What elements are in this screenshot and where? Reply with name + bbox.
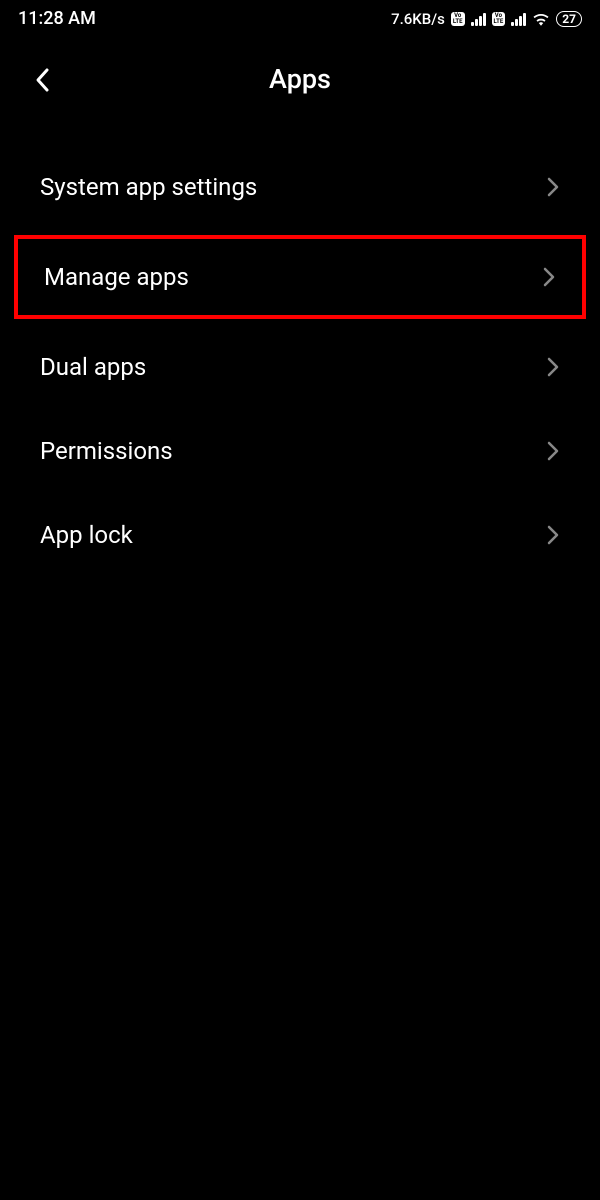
network-speed: 7.6KB/s	[391, 10, 445, 28]
status-indicators: 7.6KB/s VoLTE VoLTE 27	[391, 10, 582, 28]
menu-item-dual-apps[interactable]: Dual apps	[0, 325, 600, 409]
menu-item-manage-apps[interactable]: Manage apps	[14, 235, 586, 319]
menu-item-permissions[interactable]: Permissions	[0, 409, 600, 493]
menu-item-label: System app settings	[40, 173, 257, 201]
menu-item-app-lock[interactable]: App lock	[0, 493, 600, 577]
page-header: Apps	[0, 35, 600, 125]
menu-item-label: Manage apps	[44, 263, 189, 291]
signal-icon	[471, 12, 486, 26]
battery-icon: 27	[556, 11, 582, 27]
volte-icon: VoLTE	[492, 12, 506, 26]
menu-item-label: App lock	[40, 521, 133, 549]
chevron-left-icon	[34, 67, 50, 93]
status-bar: 11:28 AM 7.6KB/s VoLTE VoLTE 27	[0, 0, 600, 35]
chevron-right-icon	[546, 176, 560, 198]
signal-icon	[511, 12, 526, 26]
menu-item-system-app-settings[interactable]: System app settings	[0, 145, 600, 229]
menu-item-label: Dual apps	[40, 353, 146, 381]
chevron-right-icon	[546, 440, 560, 462]
menu-list: System app settings Manage apps Dual app…	[0, 125, 600, 597]
menu-item-label: Permissions	[40, 437, 173, 465]
back-button[interactable]	[30, 68, 54, 92]
chevron-right-icon	[542, 266, 556, 288]
status-time: 11:28 AM	[18, 8, 96, 29]
volte-icon: VoLTE	[451, 12, 465, 26]
chevron-right-icon	[546, 356, 560, 378]
page-title: Apps	[269, 63, 331, 95]
chevron-right-icon	[546, 524, 560, 546]
wifi-icon	[532, 12, 550, 26]
